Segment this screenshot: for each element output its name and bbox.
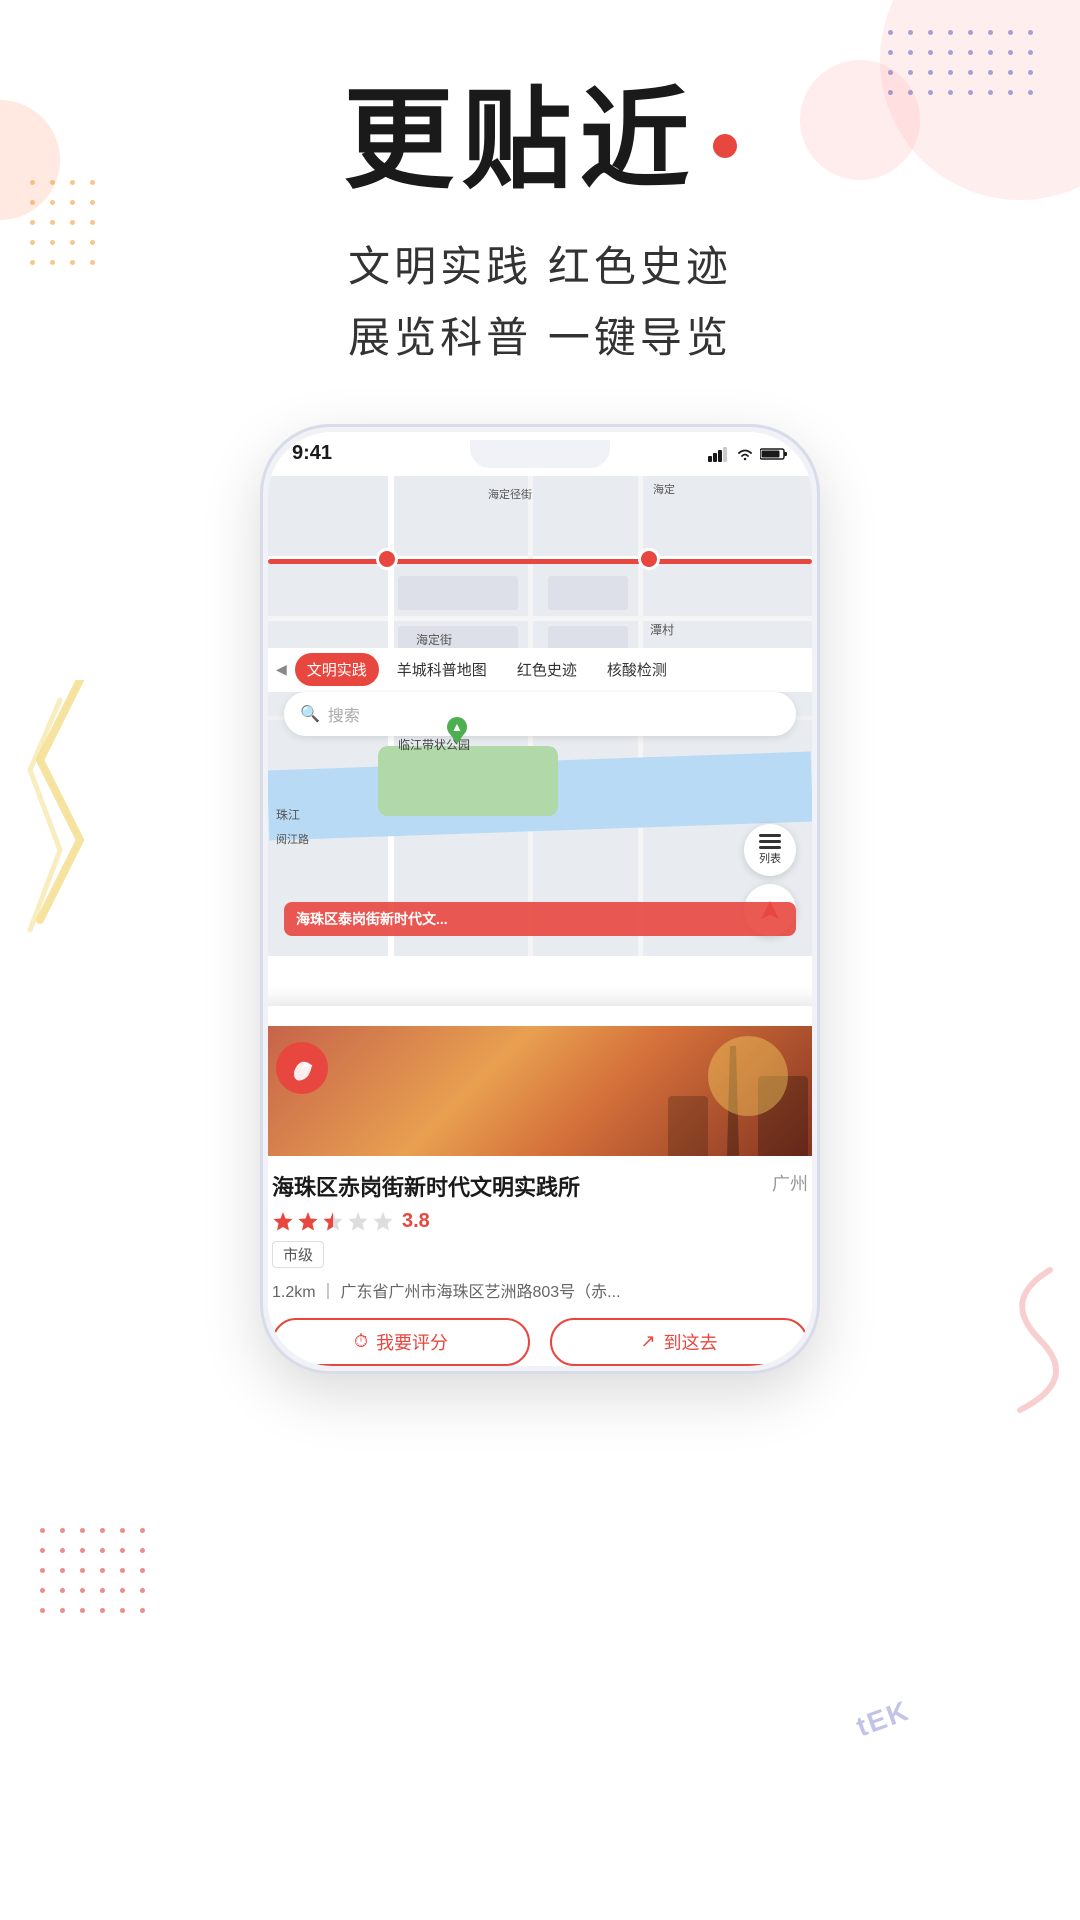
- list-btn-label: 列表: [759, 850, 781, 866]
- map-banner-text: 海珠区泰岗街新时代文...: [296, 909, 448, 929]
- map-pin-green: ▲: [446, 716, 468, 751]
- page-content: 更贴近 文明实践 红色史迹 展览科普 一键导览 9:41: [0, 0, 1080, 1474]
- metro-line: [268, 559, 812, 564]
- star-filled-1: [272, 1210, 294, 1232]
- search-placeholder: 搜索: [328, 702, 360, 726]
- phone-inner: 9:41: [268, 432, 812, 1366]
- card-distance: 1.2km: [272, 1284, 316, 1301]
- phone-frame: 9:41: [260, 424, 820, 1374]
- block2: [548, 576, 628, 610]
- list-icon: [759, 834, 781, 850]
- star-filled-2: [297, 1210, 319, 1232]
- search-icon: 🔍: [300, 704, 320, 724]
- svg-text:▲: ▲: [451, 720, 463, 734]
- hero-subtitle: 文明实践 红色史迹 展览科普 一键导览: [348, 231, 732, 374]
- phone-screen: ◀ 文明实践 羊城科普地图 红色史迹 核酸检测 🔍 搜索: [268, 476, 812, 1366]
- rate-button[interactable]: ⏱ 我要评分: [272, 1318, 530, 1366]
- rate-btn-label: 我要评分: [376, 1329, 448, 1355]
- star-empty-1: [347, 1210, 369, 1232]
- phone-mockup: 9:41: [165, 424, 915, 1474]
- status-icons: [708, 446, 788, 462]
- map-label-haid2: 海定: [653, 481, 675, 497]
- deco-dots-bottom-left: [40, 1528, 152, 1620]
- info-card: 海珠区赤岗街新时代文明实践所 广州: [268, 1006, 812, 1366]
- road-h2: [268, 616, 812, 621]
- search-bar[interactable]: 🔍 搜索: [284, 692, 796, 736]
- phone-notch: [470, 440, 610, 468]
- card-logo: [276, 1042, 328, 1094]
- park: [378, 746, 558, 816]
- map-list-button[interactable]: 列表: [744, 824, 796, 876]
- sun-glow: [708, 1036, 788, 1116]
- category-tabs[interactable]: ◀ 文明实践 羊城科普地图 红色史迹 核酸检测: [268, 648, 812, 692]
- tab-kepu[interactable]: 羊城科普地图: [385, 653, 499, 686]
- signal-icon: [708, 446, 730, 462]
- metro-station-1: [376, 548, 398, 570]
- rate-icon: ⏱: [354, 1331, 368, 1352]
- navigate-button[interactable]: ↗ 到这去: [550, 1318, 808, 1366]
- building2-silhouette: [668, 1096, 708, 1156]
- map-label-tancun: 潭村: [650, 621, 674, 638]
- tab-wenming[interactable]: 文明实践: [295, 653, 379, 686]
- card-stars: [272, 1210, 394, 1232]
- star-empty-2: [372, 1210, 394, 1232]
- subtitle-line1: 文明实践 红色史迹: [348, 231, 732, 302]
- battery-icon: [760, 447, 788, 461]
- subtitle-line2: 展览科普 一键导览: [348, 302, 732, 373]
- card-address: 1.2km ｜ 广东省广州市海珠区艺洲路803号（赤...: [272, 1278, 808, 1302]
- tab-hesuanjiance[interactable]: 核酸检测: [595, 653, 679, 686]
- block1: [398, 576, 518, 610]
- navigate-icon: ↗: [640, 1331, 655, 1352]
- deco-tek-text: tEK: [852, 1695, 914, 1744]
- card-tag: 市级: [272, 1241, 324, 1268]
- map-banner: 海珠区泰岗街新时代文...: [284, 902, 796, 936]
- map-label-haiding: 海定街: [416, 631, 452, 648]
- card-rating-row: 3.8: [272, 1210, 808, 1233]
- hero-title-text: 更贴近: [344, 80, 698, 201]
- map-label-zhujiang: 珠江: [276, 806, 300, 823]
- map-label-yuejiang: 阅江路: [276, 831, 309, 847]
- card-addr-text: 广东省广州市海珠区艺洲路803号（赤...: [340, 1284, 620, 1301]
- hero-title: 更贴近: [344, 80, 737, 201]
- wifi-icon: [736, 447, 754, 461]
- card-actions: ⏱ 我要评分 ↗ 到这去: [272, 1318, 808, 1366]
- status-time: 9:41: [292, 442, 332, 465]
- card-logo-icon: [286, 1052, 318, 1084]
- card-rating-number: 3.8: [402, 1210, 430, 1233]
- tab-hongse[interactable]: 红色史迹: [505, 653, 589, 686]
- star-half: [322, 1210, 344, 1232]
- navigate-btn-label: 到这去: [664, 1329, 718, 1355]
- card-image-strip: [268, 1026, 812, 1156]
- title-dot: [713, 134, 737, 158]
- metro-station-2: [638, 548, 660, 570]
- card-addr-sep: ｜: [320, 1284, 340, 1301]
- card-city: 广州: [772, 1170, 808, 1196]
- card-title: 海珠区赤岗街新时代文明实践所: [272, 1170, 762, 1202]
- map-label-haidingstreet: 海定径街: [488, 486, 532, 502]
- card-title-row: 海珠区赤岗街新时代文明实践所 广州: [272, 1170, 808, 1202]
